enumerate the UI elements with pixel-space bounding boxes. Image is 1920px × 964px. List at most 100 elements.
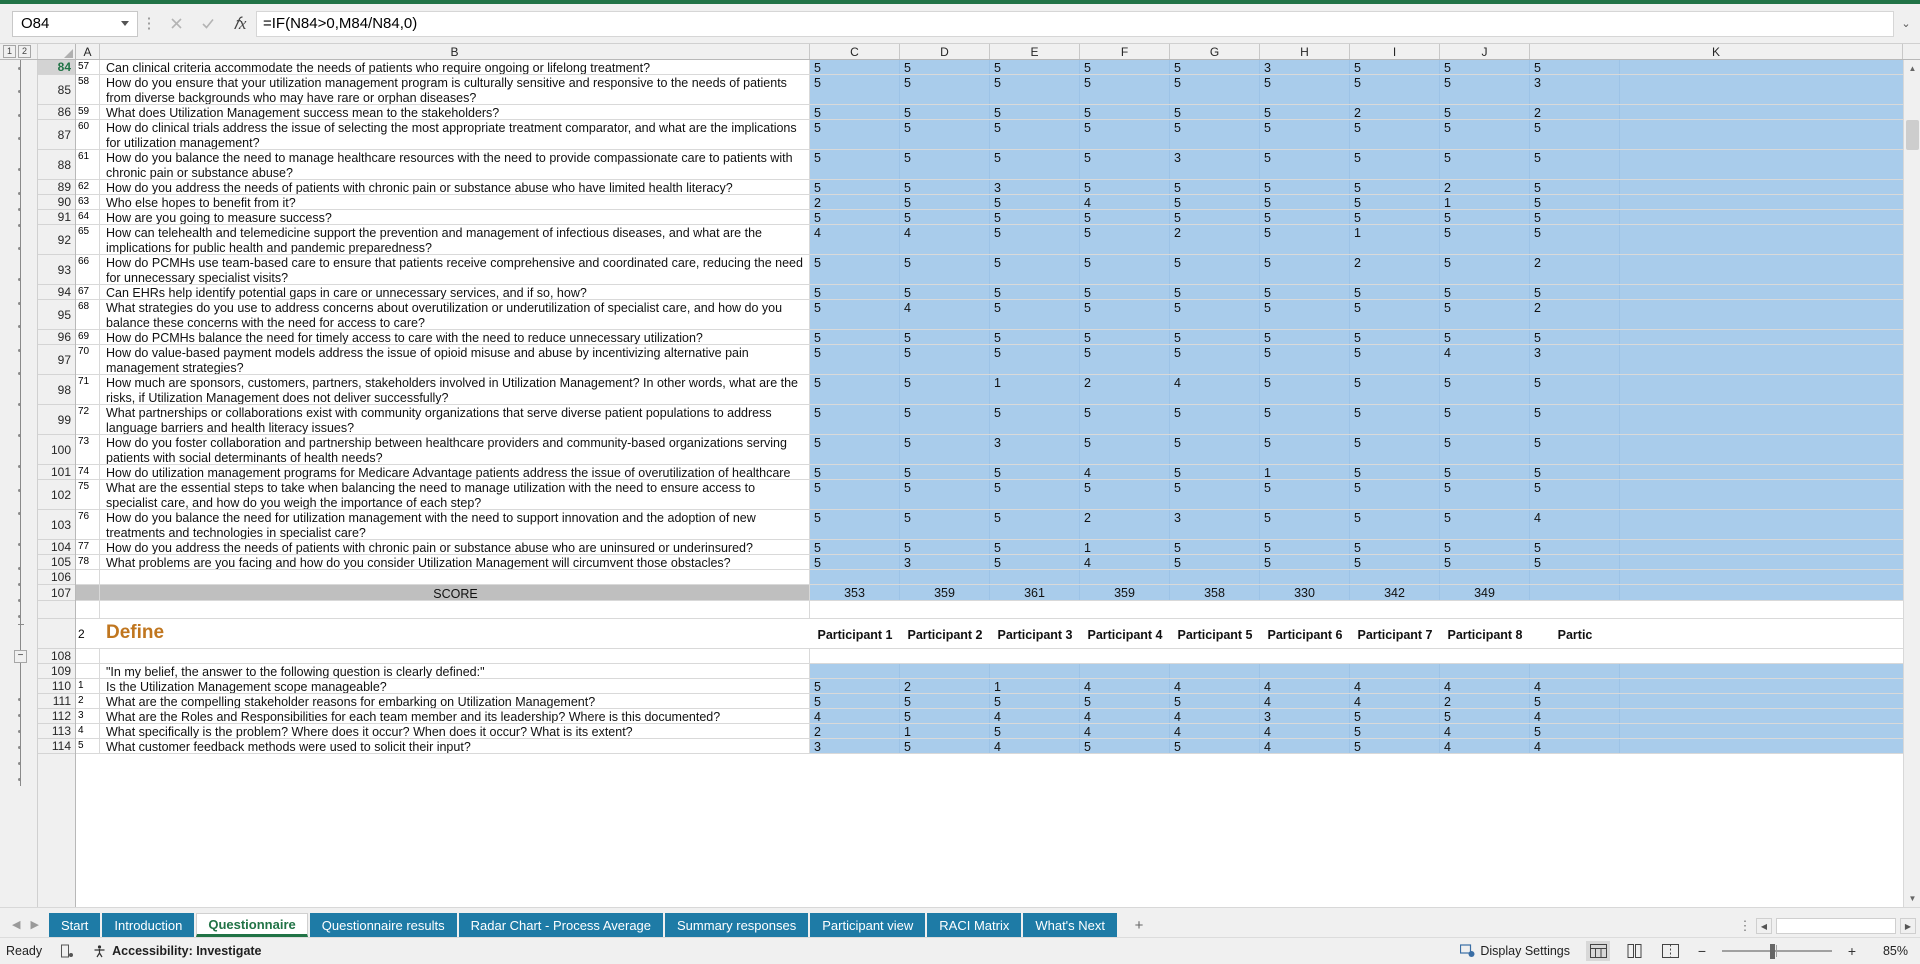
cell-value[interactable]: 5 <box>900 375 990 404</box>
cell-value[interactable]: 5 <box>1260 345 1350 374</box>
cell-value[interactable] <box>1080 601 1170 618</box>
question-row[interactable]: 68 What strategies do you use to address … <box>76 300 1920 330</box>
cell-index[interactable]: 62 <box>76 180 100 194</box>
cell-value[interactable] <box>990 601 1080 618</box>
row-header[interactable]: 87 <box>38 120 75 150</box>
cell-value[interactable]: 5 <box>1170 255 1260 284</box>
cell-value[interactable] <box>1440 664 1530 678</box>
cell-value[interactable]: 5 <box>1080 210 1170 225</box>
row-header[interactable]: 112 <box>38 709 75 724</box>
cell-index[interactable]: 60 <box>76 120 100 149</box>
cell-value[interactable]: 5 <box>1260 540 1350 555</box>
cell-value[interactable]: 3 <box>1260 60 1350 75</box>
cell-value[interactable]: 3 <box>990 435 1080 464</box>
cell-value[interactable]: 5 <box>1530 405 1620 434</box>
cell-value[interactable]: 5 <box>1440 405 1530 434</box>
cancel-icon[interactable] <box>160 11 192 37</box>
column-header-E[interactable]: E <box>990 44 1080 59</box>
cell-value[interactable]: 5 <box>900 255 990 284</box>
cell-value[interactable]: 5 <box>1440 75 1530 104</box>
cell-value[interactable]: 5 <box>1080 330 1170 345</box>
cell-value[interactable]: 4 <box>1260 739 1350 754</box>
cell-value[interactable]: 5 <box>1530 285 1620 300</box>
cell-value[interactable] <box>1620 510 1920 539</box>
cell-value[interactable]: 5 <box>1530 120 1620 149</box>
cell-value[interactable]: 5 <box>1080 225 1170 254</box>
participant-header[interactable]: Participant 1 <box>810 619 900 648</box>
hscroll-left-icon[interactable]: ◀ <box>1756 918 1772 934</box>
cell-question[interactable]: How do you address the needs of patients… <box>100 540 810 554</box>
cell-value[interactable]: 4 <box>810 709 900 724</box>
cell-value[interactable]: 5 <box>990 75 1080 104</box>
cell-value[interactable]: 2 <box>1080 510 1170 539</box>
row-header-column[interactable]: 84 85 86 87 88 89 90 91 92 93 94 95 96 97 98 99 100 101 10… <box>38 60 76 907</box>
cell-value[interactable]: 5 <box>1440 330 1530 345</box>
cell-value[interactable]: 5 <box>1350 180 1440 195</box>
cell-value[interactable]: 5 <box>1440 60 1530 75</box>
question-row[interactable]: 58 How do you ensure that your utilizatio… <box>76 75 1920 105</box>
cell-value[interactable]: 5 <box>990 255 1080 284</box>
cell-value[interactable]: 5 <box>900 330 990 345</box>
cell-question[interactable]: How do PCMHs balance the need for timely… <box>100 330 810 344</box>
cell-value[interactable]: 5 <box>1170 540 1260 555</box>
question-row[interactable]: 62 How do you address the needs of patien… <box>76 180 1920 195</box>
cell-value[interactable]: 5 <box>900 739 990 754</box>
cell-value[interactable]: 4 <box>1260 724 1350 739</box>
tab-overflow-icon[interactable]: ⋮ <box>1738 919 1752 932</box>
cell-value[interactable]: 4 <box>1170 375 1260 404</box>
cell-value[interactable]: 5 <box>810 435 900 464</box>
formula-bar-menu-icon[interactable]: ⋮ <box>138 16 160 31</box>
cell-value[interactable]: 5 <box>1260 180 1350 195</box>
outline-collapse-button[interactable]: − <box>14 650 27 663</box>
score-value[interactable]: 361 <box>990 585 1080 600</box>
cell-value[interactable] <box>1620 225 1920 254</box>
check-icon[interactable] <box>192 11 224 37</box>
cell-value[interactable]: 5 <box>1260 435 1350 464</box>
cell-value[interactable]: 5 <box>1440 225 1530 254</box>
cell-value[interactable]: 5 <box>810 405 900 434</box>
cell-value[interactable]: 5 <box>1260 255 1350 284</box>
column-header-H[interactable]: H <box>1260 44 1350 59</box>
question-row[interactable]: 5 What customer feedback methods were use… <box>76 739 1920 754</box>
zoom-out-button[interactable]: − <box>1694 943 1710 959</box>
cell-value[interactable] <box>1440 601 1530 618</box>
row-header[interactable] <box>38 619 75 649</box>
cell-value[interactable]: 4 <box>1440 345 1530 374</box>
cell-value[interactable]: 2 <box>1350 105 1440 120</box>
column-header-J[interactable]: J <box>1440 44 1530 59</box>
cell-value[interactable]: 5 <box>1440 709 1530 724</box>
cell-question[interactable]: How do value-based payment models addres… <box>100 345 810 374</box>
cell-value[interactable]: 5 <box>1260 210 1350 225</box>
participant-header[interactable]: Participant 8 <box>1440 619 1530 648</box>
cell-question[interactable]: How do you balance the need to manage he… <box>100 150 810 179</box>
cell-value[interactable]: 5 <box>990 555 1080 570</box>
cell-value[interactable]: 5 <box>1080 694 1170 709</box>
column-header-B[interactable]: B <box>100 44 810 59</box>
cell-index[interactable]: 77 <box>76 540 100 554</box>
vscroll-thumb[interactable] <box>1906 120 1919 150</box>
cell-value[interactable] <box>1620 570 1920 584</box>
cell-value[interactable]: 5 <box>990 345 1080 374</box>
cell-value[interactable] <box>1260 664 1350 678</box>
cell-question[interactable]: What specifically is the problem? Where … <box>100 724 810 738</box>
cell-question[interactable]: How much are sponsors, customers, partne… <box>100 375 810 404</box>
column-header-C[interactable]: C <box>810 44 900 59</box>
cell-value[interactable]: 5 <box>1080 255 1170 284</box>
cell-value[interactable]: 5 <box>900 285 990 300</box>
row-header[interactable]: 85 <box>38 75 75 105</box>
cell-value[interactable] <box>810 649 900 663</box>
sheet-nav-arrows[interactable]: ◀ ▶ <box>6 918 49 937</box>
cell-value[interactable]: 5 <box>810 105 900 120</box>
cell-value[interactable]: 5 <box>1260 75 1350 104</box>
cell-index[interactable]: 5 <box>76 739 100 753</box>
select-all-corner[interactable] <box>38 44 76 59</box>
cell-value[interactable]: 5 <box>900 60 990 75</box>
row-header[interactable]: 91 <box>38 210 75 225</box>
cell-index[interactable] <box>76 570 100 584</box>
cell-index[interactable]: 59 <box>76 105 100 119</box>
cell-value[interactable]: 4 <box>1260 679 1350 694</box>
cell-value[interactable]: 5 <box>900 75 990 104</box>
score-value[interactable]: 358 <box>1170 585 1260 600</box>
cell-value[interactable] <box>900 664 990 678</box>
cell-value[interactable]: 5 <box>1530 225 1620 254</box>
